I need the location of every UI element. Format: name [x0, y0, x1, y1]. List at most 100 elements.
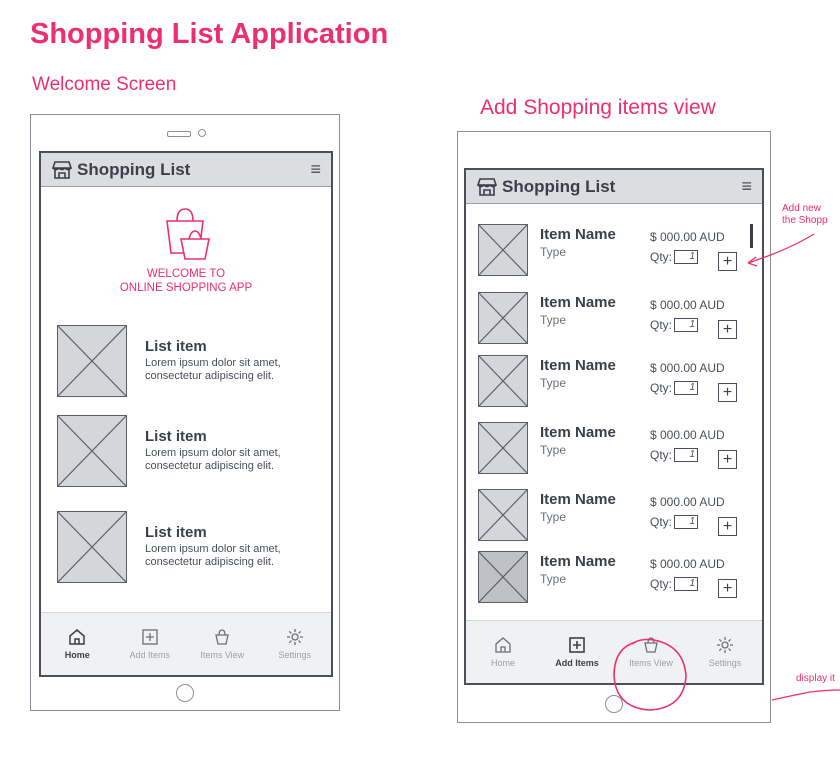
- shopping-bags-icon: [166, 208, 210, 260]
- item-type: Type: [540, 245, 567, 259]
- qty-input[interactable]: 1: [674, 381, 699, 395]
- image-placeholder: [57, 415, 127, 487]
- menu-icon[interactable]: ≡: [310, 159, 321, 180]
- item-price: $ 000.00 AUD: [650, 361, 725, 375]
- item-name: Item Name: [540, 357, 616, 374]
- speaker: [167, 131, 191, 137]
- nav-label: Items View: [200, 650, 245, 660]
- image-placeholder: [57, 325, 127, 397]
- nav-add-items[interactable]: Add Items: [547, 636, 607, 668]
- welcome-line-1: WELCOME TO: [146, 268, 226, 280]
- menu-icon[interactable]: ≡: [741, 176, 752, 197]
- page-title: Shopping List Application: [30, 18, 389, 50]
- qty-label: Qty:: [650, 577, 673, 591]
- list-item-desc: Lorem ipsum dolor sit amet, consectetur a…: [145, 543, 281, 568]
- home-button[interactable]: [176, 684, 194, 702]
- qty-label: Qty:: [650, 515, 673, 529]
- shopping-item: Item Name Type $ 000.00 AUD Qty: 1 +: [478, 422, 748, 474]
- list-item-title: List item: [145, 338, 207, 355]
- items-view-highlight-circle: [613, 638, 687, 711]
- phone-frame-add-items: Shopping List ≡ Item Name Type $ 000.00 …: [457, 131, 771, 723]
- image-placeholder: [478, 422, 528, 474]
- image-placeholder: [57, 511, 127, 583]
- add-box-icon: [142, 629, 158, 645]
- app-title: Shopping List: [502, 176, 616, 196]
- item-type: Type: [540, 510, 567, 524]
- item-name: Item Name: [540, 424, 616, 441]
- shopping-item: Item Name Type $ 000.00 AUD Qty: 1 +: [478, 224, 748, 276]
- add-item-button[interactable]: +: [718, 579, 737, 598]
- nav-items-view[interactable]: Items View: [192, 628, 252, 660]
- add-items-view-label: Add Shopping items view: [480, 96, 716, 119]
- annotation-line: [771, 689, 840, 701]
- storefront-icon: [476, 177, 498, 196]
- nav-settings[interactable]: Settings: [265, 628, 325, 660]
- nav-home[interactable]: Home: [473, 636, 533, 668]
- shopping-item: Item Name Type $ 000.00 AUD Qty: 1 +: [478, 551, 748, 603]
- qty-input[interactable]: 1: [674, 250, 699, 264]
- item-name: Item Name: [540, 294, 616, 311]
- qty-input[interactable]: 1: [674, 318, 699, 332]
- item-name: Item Name: [540, 491, 616, 508]
- item-type: Type: [540, 313, 567, 327]
- item-price: $ 000.00 AUD: [650, 230, 725, 244]
- gear-icon: [717, 637, 733, 653]
- qty-label: Qty:: [650, 381, 673, 395]
- image-placeholder: [478, 292, 528, 344]
- shopping-item: Item Name Type $ 000.00 AUD Qty: 1 +: [478, 489, 748, 541]
- welcome-line-2: ONLINE SHOPPING APP: [119, 282, 253, 294]
- qty-row: Qty: 1: [650, 515, 699, 529]
- qty-input[interactable]: 1: [674, 515, 699, 529]
- add-item-button[interactable]: +: [718, 252, 737, 271]
- item-type: Type: [540, 376, 567, 390]
- home-icon: [69, 629, 85, 645]
- image-placeholder: [478, 355, 528, 407]
- add-item-button[interactable]: +: [718, 450, 737, 469]
- shopping-item: Item Name Type $ 000.00 AUD Qty: 1 +: [478, 292, 748, 344]
- nav-label: Settings: [278, 650, 312, 660]
- image-placeholder: [478, 489, 528, 541]
- gear-icon: [286, 629, 303, 645]
- list-item[interactable]: List item Lorem ipsum dolor sit amet, con…: [57, 325, 317, 397]
- nav-settings[interactable]: Settings: [695, 636, 755, 668]
- qty-input[interactable]: 1: [674, 448, 699, 462]
- welcome-screen-label: Welcome Screen: [32, 74, 177, 95]
- add-box-icon: [569, 637, 585, 653]
- qty-row: Qty: 1: [650, 381, 699, 395]
- welcome-text: WELCOME TO ONLINE SHOPPING APP: [41, 267, 331, 295]
- nav-add-items[interactable]: Add Items: [120, 628, 180, 660]
- list-item-desc: Lorem ipsum dolor sit amet, consectetur a…: [145, 447, 281, 472]
- image-placeholder: [478, 551, 528, 603]
- qty-label: Qty:: [650, 318, 673, 332]
- item-price: $ 000.00 AUD: [650, 557, 725, 571]
- nav-label: Settings: [708, 658, 742, 668]
- phone-frame-welcome: Shopping List ≡ WELCOME TO ONLINE SHOPPI…: [30, 114, 340, 711]
- list-item-title: List item: [145, 524, 207, 541]
- add-item-button[interactable]: +: [718, 517, 737, 536]
- qty-input[interactable]: 1: [674, 577, 699, 591]
- camera: [198, 129, 206, 137]
- app-title: Shopping List: [77, 159, 191, 179]
- basket-icon: [215, 629, 230, 645]
- item-name: Item Name: [540, 553, 616, 570]
- annotation-line-1: Add new: [782, 203, 821, 214]
- list-item[interactable]: List item Lorem ipsum dolor sit amet, con…: [57, 415, 317, 487]
- qty-label: Qty:: [650, 250, 673, 264]
- item-price: $ 000.00 AUD: [650, 298, 725, 312]
- qty-label: Qty:: [650, 448, 673, 462]
- list-item[interactable]: List item Lorem ipsum dolor sit amet, con…: [57, 511, 317, 583]
- add-item-button[interactable]: +: [718, 383, 737, 402]
- add-item-button[interactable]: +: [718, 320, 737, 339]
- welcome-screen: Shopping List ≡ WELCOME TO ONLINE SHOPPI…: [39, 151, 333, 677]
- item-type: Type: [540, 443, 567, 457]
- nav-home[interactable]: Home: [47, 628, 107, 660]
- qty-row: Qty: 1: [650, 448, 699, 462]
- app-bar: Shopping List ≡: [466, 170, 762, 204]
- image-placeholder: [478, 224, 528, 276]
- item-price: $ 000.00 AUD: [650, 428, 725, 442]
- qty-row: Qty: 1: [650, 250, 699, 264]
- nav-label: Home: [490, 658, 515, 668]
- annotation-arrow: [747, 233, 815, 267]
- item-price: $ 000.00 AUD: [650, 495, 725, 509]
- add-items-screen: Shopping List ≡ Item Name Type $ 000.00 …: [464, 168, 764, 685]
